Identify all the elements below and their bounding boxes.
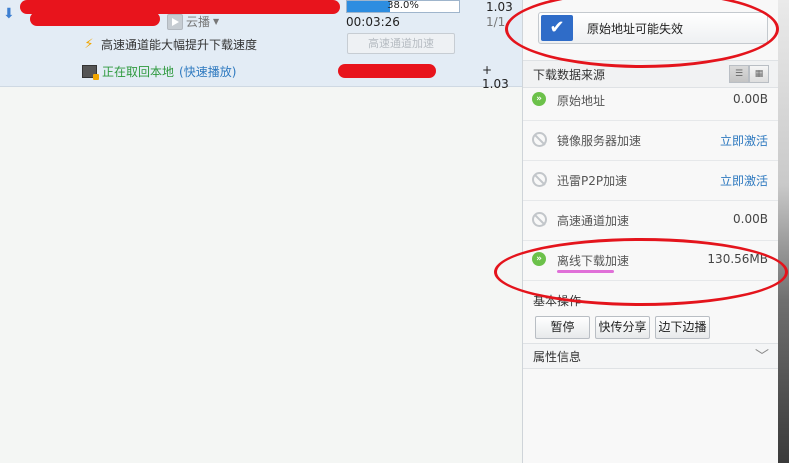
cloud-play-label: 云播 <box>186 15 211 29</box>
source-warning[interactable]: ✔ 原始地址可能失效 <box>538 12 768 44</box>
download-arrow-icon: ⬇ <box>3 6 15 22</box>
source-row-high-speed: 高速通道加速 0.00B <box>523 200 779 241</box>
source-name: 迅雷P2P加速 <box>557 174 628 188</box>
redaction-mark <box>338 64 436 78</box>
chevron-down-icon: ▼ <box>213 17 220 26</box>
added-size: + 1.03 <box>482 63 509 91</box>
activate-link[interactable]: 立即激活 <box>720 132 768 149</box>
properties-title: 属性信息 <box>533 350 582 364</box>
task-list: ⬇ 云播 ▼ 38.0% 00:03:26 1.03 1/1 ⚡ 高速通道能大幅… <box>0 0 522 463</box>
quick-play-link[interactable]: (快速播放) <box>179 63 236 80</box>
high-speed-button[interactable]: 高速通道加速 <box>347 33 455 54</box>
progress-label: 38.0% <box>387 0 419 11</box>
desktop-background <box>778 0 789 463</box>
ops-title: 基本操作 <box>533 294 582 308</box>
play-icon <box>167 13 183 30</box>
source-name: 原始地址 <box>557 94 606 108</box>
play-while-download-button[interactable]: 边下边播 <box>655 316 710 339</box>
disabled-source-icon <box>532 132 547 147</box>
elapsed-time: 00:03:26 <box>346 15 400 29</box>
disabled-source-icon <box>532 212 547 227</box>
source-value: 0.00B <box>733 212 768 226</box>
source-row-p2p: 迅雷P2P加速 立即激活 <box>523 160 779 201</box>
check-icon: ✔ <box>541 15 573 41</box>
local-status: 正在取回本地 (快速播放) <box>82 63 236 80</box>
pause-button[interactable]: 暂停 <box>535 316 590 339</box>
active-source-icon: » <box>532 252 546 266</box>
task-row[interactable]: ⬇ 云播 ▼ 38.0% 00:03:26 1.03 1/1 ⚡ 高速通道能大幅… <box>0 0 522 91</box>
task-size: 1.03 <box>486 0 513 14</box>
lightning-icon: ⚡ <box>84 37 94 52</box>
speed-tip-text: 高速通道能大幅提升下载速度 <box>101 38 258 52</box>
task-count: 1/1 <box>486 15 506 29</box>
local-status-text: 正在取回本地 <box>102 65 175 79</box>
disabled-source-icon <box>532 172 547 187</box>
activate-link[interactable]: 立即激活 <box>720 172 768 189</box>
source-name: 离线下载加速 <box>557 254 630 268</box>
source-name: 高速通道加速 <box>557 214 630 228</box>
chevron-down-icon: ﹀ <box>755 349 769 365</box>
progress-bar: 38.0% <box>346 0 460 13</box>
source-row-offline: » 离线下载加速 130.56MB <box>523 240 779 281</box>
source-name: 镜像服务器加速 <box>557 134 642 148</box>
local-drive-icon <box>82 65 99 80</box>
properties-header[interactable]: 属性信息 ﹀ <box>523 343 779 369</box>
active-source-icon: » <box>532 92 546 106</box>
source-value: 0.00B <box>733 92 768 106</box>
redaction-mark <box>30 12 160 26</box>
source-row-mirror: 镜像服务器加速 立即激活 <box>523 120 779 161</box>
detail-panel: ✔ 原始地址可能失效 下载数据来源 ☰ ▦ » 原始地址 0.00B 镜像服务器… <box>522 0 779 463</box>
source-row-original: » 原始地址 0.00B <box>523 80 779 121</box>
source-value: 130.56MB <box>707 252 768 266</box>
share-button[interactable]: 快传分享 <box>595 316 650 339</box>
highlight-underline <box>557 270 614 273</box>
speed-tip: ⚡ 高速通道能大幅提升下载速度 <box>82 36 257 53</box>
cloud-play-button[interactable]: 云播 ▼ <box>167 13 219 30</box>
warning-text: 原始地址可能失效 <box>587 21 684 36</box>
